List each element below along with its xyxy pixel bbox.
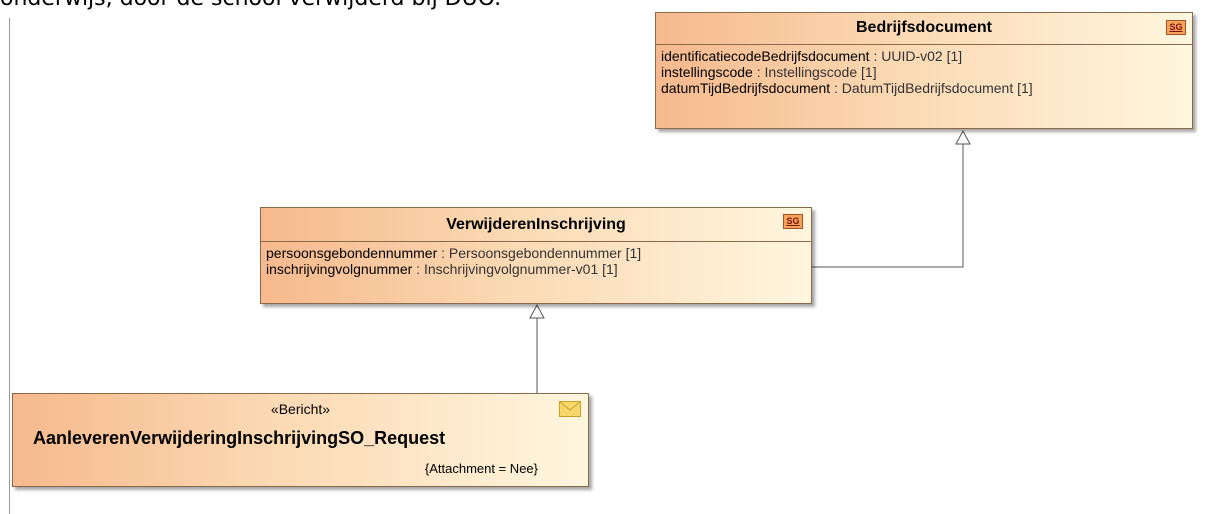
class-bedrijfsdocument[interactable]: Bedrijfsdocument SG identificatiecodeBed… <box>655 12 1193 129</box>
attribute-compartment: persoonsgebondennummer : Persoonsgebonde… <box>261 241 811 280</box>
class-header: Bedrijfsdocument SG <box>656 13 1192 44</box>
class-verwijdereninschrijving[interactable]: VerwijderenInschrijving SG persoonsgebon… <box>260 207 812 304</box>
class-name: Bedrijfsdocument <box>855 19 992 36</box>
class-name: AanleverenVerwijderingInschrijvingSO_Req… <box>33 428 446 448</box>
class-header: VerwijderenInschrijving SG <box>261 208 811 241</box>
attribute-row[interactable]: persoonsgebondennummer : Persoonsgebonde… <box>266 245 806 261</box>
generalization-line-verwijderen <box>811 144 964 268</box>
envelope-icon <box>559 401 581 417</box>
tagged-value: {Attachment = Nee} <box>424 461 538 476</box>
attribute-row[interactable]: identificatiecodeBedrijfsdocument : UUID… <box>661 48 1187 64</box>
class-name: VerwijderenInschrijving <box>446 216 626 233</box>
sg-stereotype-icon: SG <box>783 214 803 229</box>
attribute-compartment: identificatiecodeBedrijfsdocument : UUID… <box>656 44 1192 99</box>
class-request[interactable]: «Bericht» AanleverenVerwijderingInschrij… <box>12 393 589 487</box>
stereotype-label: «Bericht» <box>270 401 331 417</box>
attribute-row[interactable]: datumTijdBedrijfsdocument : DatumTijdBed… <box>661 80 1187 96</box>
attribute-row[interactable]: inschrijvingvolgnummer : Inschrijvingvol… <box>266 261 806 277</box>
generalization-arrowhead-verwijderen <box>529 303 545 319</box>
generalization-arrowhead-bedrijfsdocument <box>955 129 971 145</box>
sg-stereotype-icon: SG <box>1166 20 1186 35</box>
attribute-row[interactable]: instellingscode : Instellingscode [1] <box>661 64 1187 80</box>
